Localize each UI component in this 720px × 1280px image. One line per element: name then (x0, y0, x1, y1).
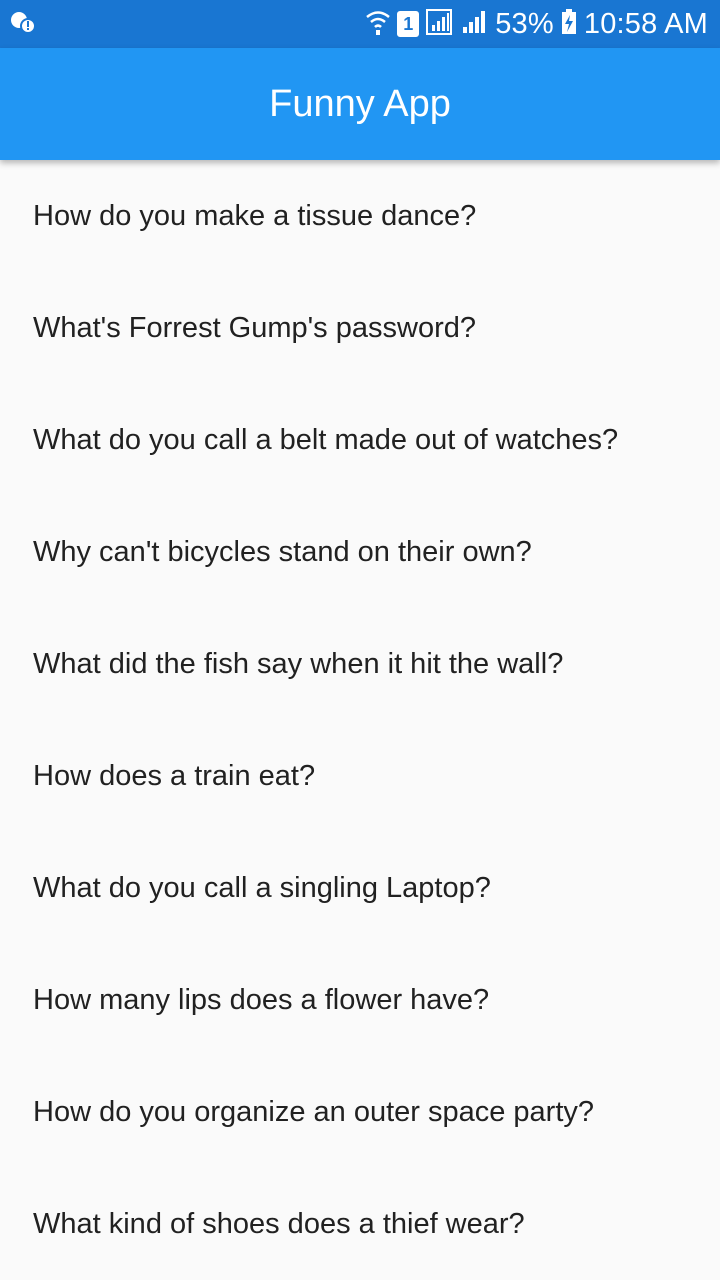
signal-icon (425, 7, 455, 42)
list-item-label: What do you call a belt made out of watc… (33, 423, 619, 456)
list-item-label: How many lips does a flower have? (33, 983, 490, 1016)
list-item[interactable]: How does a train eat? (0, 720, 720, 832)
list-item-label: How do you make a tissue dance? (33, 199, 477, 232)
joke-list: How do you make a tissue dance? What's F… (0, 160, 720, 1280)
signal-icon (461, 7, 489, 42)
list-item-label: What's Forrest Gump's password? (33, 311, 476, 344)
notification-icon (8, 7, 38, 42)
app-bar: Funny App (0, 48, 720, 160)
app-title: Funny App (269, 82, 451, 125)
sim-icon: 1 (397, 11, 420, 37)
list-item[interactable]: What's Forrest Gump's password? (0, 272, 720, 384)
list-item[interactable]: What do you call a singling Laptop? (0, 832, 720, 944)
list-item[interactable]: What do you call a belt made out of watc… (0, 384, 720, 496)
list-item[interactable]: How many lips does a flower have? (0, 944, 720, 1056)
list-item[interactable]: Why can't bicycles stand on their own? (0, 496, 720, 608)
list-item[interactable]: How do you make a tissue dance? (0, 160, 720, 272)
list-item-label: Why can't bicycles stand on their own? (33, 535, 532, 568)
status-bar: 1 53% 10:58 AM (0, 0, 720, 48)
list-item-label: What do you call a singling Laptop? (33, 871, 491, 904)
list-item-label: How do you organize an outer space party… (33, 1095, 595, 1128)
wifi-icon (365, 7, 391, 42)
battery-charging-icon (560, 7, 578, 42)
clock: 10:58 AM (583, 7, 708, 40)
list-item-label: What did the fish say when it hit the wa… (33, 647, 564, 680)
list-item[interactable]: What did the fish say when it hit the wa… (0, 608, 720, 720)
battery-percent: 53% (495, 7, 554, 40)
list-item-label: How does a train eat? (33, 759, 316, 792)
list-item[interactable]: What kind of shoes does a thief wear? (0, 1168, 720, 1280)
list-item-label: What kind of shoes does a thief wear? (33, 1207, 525, 1240)
list-item[interactable]: How do you organize an outer space party… (0, 1056, 720, 1168)
